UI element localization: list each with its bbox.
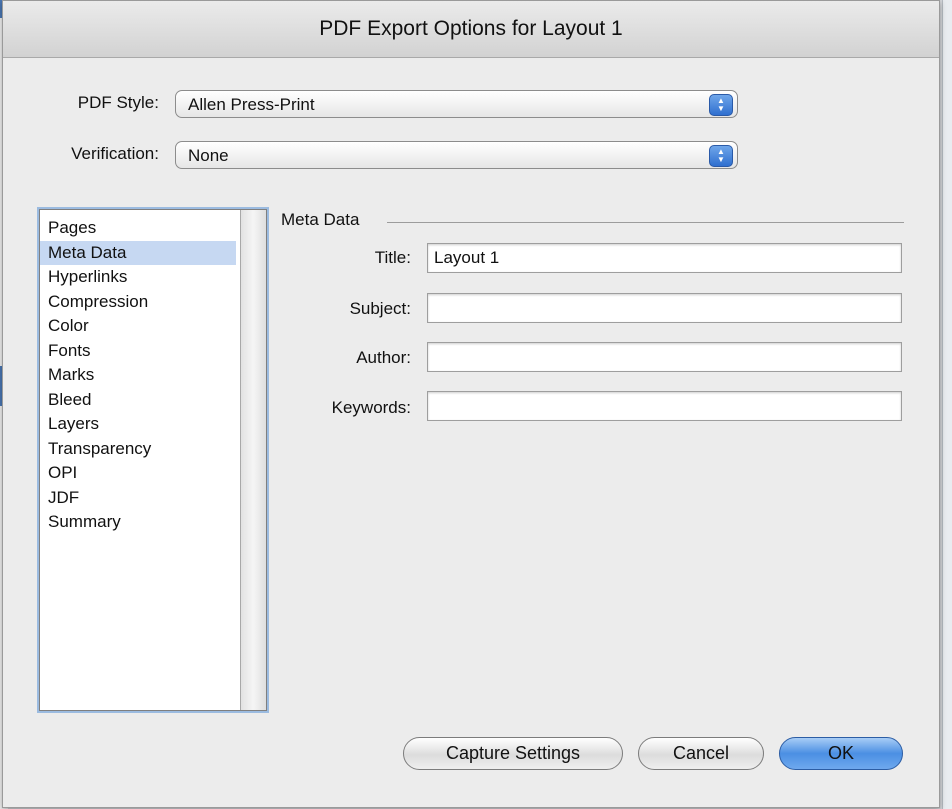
list-item-fonts[interactable]: Fonts	[40, 339, 236, 364]
list-item-pages[interactable]: Pages	[40, 216, 236, 241]
updown-arrows-icon: ▲ ▼	[709, 145, 733, 167]
meta-data-group-label: Meta Data	[281, 210, 360, 229]
title-field[interactable]: Layout 1	[427, 243, 902, 273]
verification-value: None	[188, 146, 229, 165]
verification-label: Verification:	[71, 144, 159, 163]
list-item-transparency[interactable]: Transparency	[40, 437, 236, 462]
list-item-layers[interactable]: Layers	[40, 412, 236, 437]
list-item-meta-data[interactable]: Meta Data	[40, 240, 236, 265]
author-label: Author:	[356, 348, 411, 367]
group-divider	[387, 222, 904, 223]
dialog-title: PDF Export Options for Layout 1	[3, 1, 939, 58]
list-item-hyperlinks[interactable]: Hyperlinks	[40, 265, 236, 290]
pdf-style-value: Allen Press-Print	[188, 95, 315, 114]
subject-field[interactable]	[427, 293, 902, 323]
list-item-jdf[interactable]: JDF	[40, 486, 236, 511]
list-scrollbar[interactable]	[240, 210, 266, 710]
title-label: Title:	[374, 248, 411, 267]
pdf-style-label: PDF Style:	[77, 93, 159, 112]
keywords-field[interactable]	[427, 391, 902, 421]
verification-select[interactable]: None ▲ ▼	[175, 141, 738, 169]
subject-label: Subject:	[349, 299, 411, 318]
keywords-label: Keywords:	[331, 398, 411, 417]
updown-arrows-icon: ▲ ▼	[709, 94, 733, 116]
list-item-summary[interactable]: Summary	[40, 510, 236, 535]
background-window-edge	[942, 0, 952, 809]
pdf-style-select[interactable]: Allen Press-Print ▲ ▼	[175, 90, 738, 118]
list-item-bleed[interactable]: Bleed	[40, 388, 236, 413]
list-item-marks[interactable]: Marks	[40, 363, 236, 388]
capture-settings-button[interactable]: Capture Settings	[403, 737, 623, 770]
author-field[interactable]	[427, 342, 902, 372]
ok-button[interactable]: OK	[779, 737, 903, 770]
list-item-opi[interactable]: OPI	[40, 461, 236, 486]
list-item-compression[interactable]: Compression	[40, 290, 236, 315]
pdf-export-dialog: PDF Export Options for Layout 1 PDF Styl…	[2, 0, 940, 808]
cancel-button[interactable]: Cancel	[638, 737, 764, 770]
options-category-list[interactable]: Pages Meta Data Hyperlinks Compression C…	[39, 209, 267, 711]
list-item-color[interactable]: Color	[40, 314, 236, 339]
